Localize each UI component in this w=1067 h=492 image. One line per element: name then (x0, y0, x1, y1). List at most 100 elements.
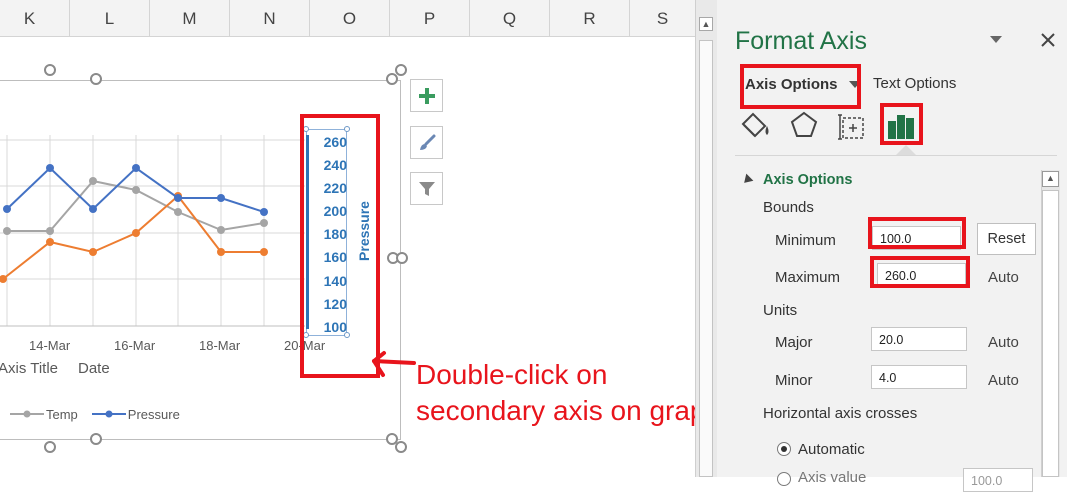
column-letter: P (423, 8, 436, 28)
chart-resize-handle[interactable] (44, 64, 56, 76)
chart-filters-button[interactable] (410, 172, 443, 205)
effects-icon[interactable] (789, 110, 819, 140)
column-letter: O (342, 8, 357, 28)
fill-line-icon[interactable] (739, 110, 775, 142)
orange-point (260, 248, 268, 256)
units-label: Units (763, 302, 798, 319)
close-icon[interactable] (1041, 33, 1055, 47)
column-header-s[interactable]: S (630, 0, 695, 37)
minor-label: Minor (775, 372, 813, 389)
major-label: Major (775, 334, 813, 351)
annotation-text: Double-click on secondary axis on graph2 (416, 357, 737, 429)
column-header-p[interactable]: P (390, 0, 470, 37)
column-header-l[interactable]: L (70, 0, 150, 37)
column-header-m[interactable]: M (150, 0, 230, 37)
scroll-up-arrow-icon[interactable]: ▲ (699, 17, 713, 31)
size-properties-icon[interactable] (837, 112, 867, 142)
pane-divider (735, 155, 1057, 156)
highlight-axis-options-icon (880, 103, 923, 145)
temp-point (89, 177, 97, 185)
temp-point (260, 219, 268, 227)
axis-value-input[interactable]: 100.0 (963, 468, 1033, 492)
temp-point (132, 186, 140, 194)
automatic-radio[interactable] (777, 442, 791, 456)
temp-legend-marker (10, 410, 44, 418)
axis-value-label[interactable]: Axis value (798, 469, 866, 486)
pane-scroll-up-arrow-icon[interactable]: ▲ (1042, 171, 1059, 187)
bounds-label: Bounds (763, 199, 814, 216)
column-header-q[interactable]: Q (470, 0, 550, 37)
annotation-arrow-icon (372, 351, 416, 377)
temp-point (46, 227, 54, 235)
paintbrush-icon (419, 134, 435, 150)
x-tick-label: 16-Mar (114, 338, 156, 353)
highlight-maximum-input (870, 256, 970, 288)
column-letter: K (23, 8, 36, 28)
pressure-point (217, 194, 225, 202)
column-letter: R (583, 8, 596, 28)
minor-input[interactable]: 4.0 (871, 365, 967, 389)
maximum-auto-button[interactable]: Auto (988, 269, 1019, 286)
plus-icon (418, 87, 435, 104)
column-letter: N (263, 8, 276, 28)
major-input[interactable]: 20.0 (871, 327, 967, 351)
pressure-legend-marker (91, 410, 126, 418)
tab-text-options[interactable]: Text Options (873, 75, 956, 92)
temp-point (217, 226, 225, 234)
column-header-o[interactable]: O (310, 0, 390, 37)
orange-series (0, 192, 268, 283)
pane-options-dropdown-icon[interactable] (990, 36, 1002, 43)
pressure-point (260, 208, 268, 216)
axis-value-radio[interactable] (777, 472, 791, 486)
annotation-line-1: Double-click on (416, 359, 608, 390)
column-header-n[interactable]: N (230, 0, 310, 37)
pane-title: Format Axis (735, 27, 867, 55)
reset-minimum-button[interactable]: Reset (977, 223, 1036, 255)
chart-resize-handle[interactable] (396, 252, 408, 264)
date-label[interactable]: Date (78, 360, 110, 377)
temp-point (3, 227, 11, 235)
chart-elements-button[interactable] (410, 79, 443, 112)
pressure-point (3, 205, 11, 213)
chart-legend[interactable]: Temp Pressure (10, 405, 180, 423)
minimum-label: Minimum (775, 232, 836, 249)
column-letter: L (104, 8, 115, 28)
highlight-axis-options-tab (740, 64, 861, 109)
column-letter: Q (502, 8, 517, 28)
maximum-label: Maximum (775, 269, 841, 286)
orange-line (2, 194, 264, 280)
legend-label: Temp (46, 406, 78, 422)
filter-icon (418, 181, 435, 196)
x-tick-label: 18-Mar (199, 338, 241, 353)
scrollbar-thumb[interactable] (699, 40, 713, 477)
pressure-point (132, 164, 140, 172)
column-header-row: K L M N O P Q R S (0, 0, 695, 37)
minor-auto-button[interactable]: Auto (988, 372, 1019, 389)
temp-point (174, 208, 182, 216)
major-auto-button[interactable]: Auto (988, 334, 1019, 351)
column-header-k[interactable]: K (0, 0, 70, 37)
orange-point (217, 248, 225, 256)
chart-resize-handle[interactable] (90, 73, 102, 85)
annotation-line-2: secondary axis on graph2 (416, 395, 737, 426)
horizontal-axis-crosses-label: Horizontal axis crosses (763, 405, 918, 422)
column-header-r[interactable]: R (550, 0, 630, 37)
section-title[interactable]: Axis Options (763, 172, 852, 188)
chart-resize-handle[interactable] (395, 64, 407, 76)
axis-title-placeholder[interactable]: Axis Title (0, 360, 58, 377)
chart-resize-handle[interactable] (90, 433, 102, 445)
x-tick-label: 14-Mar (29, 338, 71, 353)
orange-point (132, 229, 140, 237)
chart-resize-handle[interactable] (386, 73, 398, 85)
collapse-triangle-icon[interactable] (740, 173, 754, 187)
highlight-minimum-input (868, 217, 966, 249)
format-axis-pane: Format Axis Axis Options Text Options ▲ … (717, 0, 1067, 492)
pane-scrollbar-thumb[interactable] (1042, 190, 1059, 477)
chart-resize-handle[interactable] (44, 441, 56, 453)
radio-dot (781, 446, 787, 452)
pressure-point (89, 205, 97, 213)
automatic-label[interactable]: Automatic (798, 441, 865, 458)
chart-resize-handle[interactable] (395, 441, 407, 453)
chart-styles-button[interactable] (410, 126, 443, 159)
highlight-secondary-axis (300, 114, 380, 378)
